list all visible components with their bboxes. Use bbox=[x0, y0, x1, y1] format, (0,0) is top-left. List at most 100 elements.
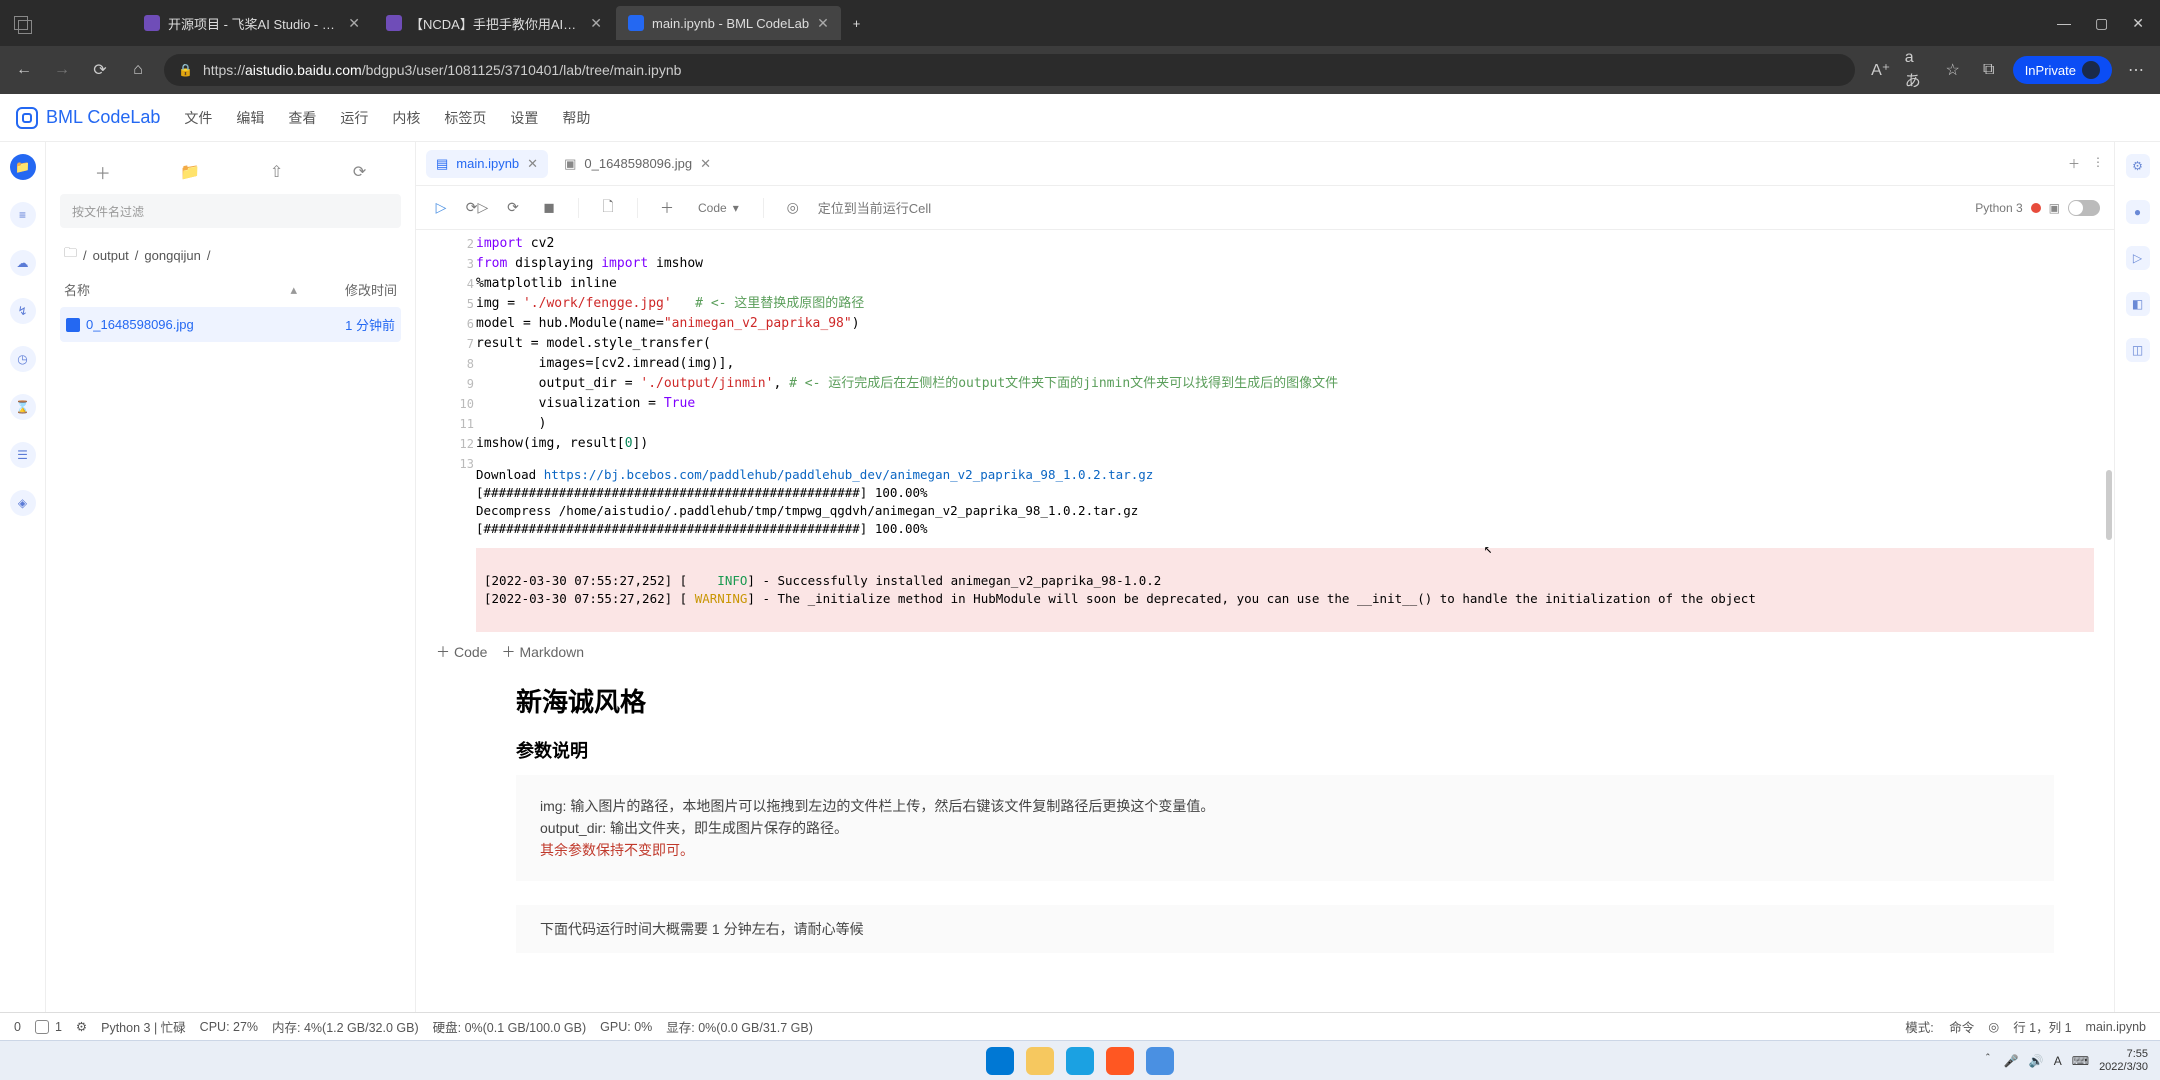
editor-tab-main[interactable]: ▤ main.ipynb ✕ bbox=[426, 150, 548, 178]
home-button[interactable]: ⌂ bbox=[126, 58, 150, 82]
upload-icon[interactable]: ⇧ bbox=[270, 162, 283, 182]
rail-icon[interactable]: ☁ bbox=[10, 250, 36, 276]
close-icon[interactable]: ✕ bbox=[590, 15, 602, 32]
col-time[interactable]: 修改时间 bbox=[297, 280, 397, 299]
crumb[interactable]: / bbox=[83, 248, 87, 263]
col-name[interactable]: 名称 bbox=[64, 280, 90, 299]
new-folder-icon[interactable]: 📁 bbox=[180, 162, 200, 182]
run-restart-button[interactable]: ⟳▷ bbox=[466, 197, 488, 219]
explorer-icon[interactable] bbox=[1026, 1047, 1054, 1075]
settings-icon[interactable]: ⚙ bbox=[2126, 154, 2150, 178]
file-row[interactable]: 0_1648598096.jpg 1 分钟前 bbox=[60, 307, 401, 342]
menu-settings[interactable]: 设置 bbox=[510, 108, 538, 128]
status-disk: 硬盘: 0%(0.1 GB/100.0 GB) bbox=[433, 1017, 587, 1036]
close-icon[interactable]: ✕ bbox=[817, 15, 829, 32]
window-menu-icon[interactable] bbox=[14, 16, 28, 30]
interrupt-button[interactable]: ◼ bbox=[538, 197, 560, 219]
app-icon[interactable] bbox=[1106, 1047, 1134, 1075]
cell-type-dropdown[interactable]: Code ▾ bbox=[692, 199, 745, 217]
toggle-switch[interactable] bbox=[2068, 200, 2100, 216]
address-bar[interactable]: 🔒 https://aistudio.baidu.com/bdgpu3/user… bbox=[164, 54, 1855, 86]
status-kernel[interactable]: Python 3 | 忙碌 bbox=[101, 1017, 186, 1036]
crumb[interactable]: gongqijun bbox=[144, 248, 200, 263]
download-link[interactable]: https://bj.bcebos.com/paddlehub/paddlehu… bbox=[544, 467, 1154, 482]
terminal-icon[interactable] bbox=[35, 1020, 49, 1034]
rail-files-icon[interactable]: 📁 bbox=[10, 154, 36, 180]
reload-button[interactable]: ⟳ bbox=[88, 58, 112, 82]
notebook-body[interactable]: 2345678910111213 import cv2from displayi… bbox=[416, 230, 2114, 1012]
kernel-name[interactable]: Python 3 bbox=[1975, 201, 2022, 215]
forward-button[interactable]: → bbox=[50, 58, 74, 82]
start-button[interactable] bbox=[986, 1047, 1014, 1075]
menu-tabs[interactable]: 标签页 bbox=[444, 108, 486, 128]
app-icon[interactable] bbox=[1146, 1047, 1174, 1075]
lock-icon: 🔒 bbox=[178, 63, 193, 77]
rail-icon[interactable]: ● bbox=[2126, 200, 2150, 224]
favorite-icon[interactable]: ☆ bbox=[1941, 58, 1965, 82]
minimize-button[interactable]: — bbox=[2057, 15, 2071, 32]
rail-icon[interactable]: ◷ bbox=[10, 346, 36, 372]
menu-run[interactable]: 运行 bbox=[340, 108, 368, 128]
inprivate-badge[interactable]: InPrivate bbox=[2013, 56, 2112, 84]
clock[interactable]: 7:55 2022/3/30 bbox=[2099, 1048, 2148, 1074]
browser-tab-0[interactable]: 开源项目 - 飞桨AI Studio - 人工… ✕ bbox=[132, 6, 372, 40]
gear-icon[interactable]: ⚙ bbox=[76, 1019, 87, 1034]
browser-tab-2[interactable]: main.ipynb - BML CodeLab ✕ bbox=[616, 6, 841, 40]
add-cell-button[interactable]: ＋ bbox=[656, 197, 678, 219]
locate-label[interactable]: 定位到当前运行Cell bbox=[818, 198, 931, 217]
more-button[interactable]: ⋯ bbox=[2124, 58, 2148, 82]
mic-icon[interactable]: 🎤 bbox=[2004, 1054, 2019, 1068]
notebook-icon: ▤ bbox=[436, 156, 448, 172]
menu-kernel[interactable]: 内核 bbox=[392, 108, 420, 128]
browser-tab-1[interactable]: 【NCDA】手把手教你用AI玩转… ✕ bbox=[374, 6, 614, 40]
scrollbar-thumb[interactable] bbox=[2106, 470, 2112, 540]
rail-icon[interactable]: ◧ bbox=[2126, 292, 2150, 316]
add-tab-button[interactable]: ＋ bbox=[2068, 155, 2080, 172]
new-tab-button[interactable]: + bbox=[843, 6, 871, 40]
rail-icon[interactable]: ⌛ bbox=[10, 394, 36, 420]
ring-icon[interactable]: ◎ bbox=[1988, 1019, 1999, 1034]
panel-icon[interactable]: ▣ bbox=[2049, 201, 2060, 215]
locate-icon[interactable]: ◎ bbox=[782, 197, 804, 219]
close-icon[interactable]: ✕ bbox=[348, 15, 360, 32]
tray-chevron-icon[interactable]: ＾ bbox=[1982, 1052, 1994, 1069]
rail-icon[interactable]: ◈ bbox=[10, 490, 36, 516]
translate-icon[interactable]: aあ bbox=[1905, 58, 1929, 82]
crumb[interactable]: output bbox=[93, 248, 129, 263]
edge-icon[interactable] bbox=[1066, 1047, 1094, 1075]
rail-icon[interactable]: ◫ bbox=[2126, 338, 2150, 362]
breadcrumb[interactable]: 🗀 / output / gongqijun / bbox=[60, 238, 401, 272]
restart-kernel-button[interactable]: ⟳ bbox=[502, 197, 524, 219]
rail-icon[interactable]: ▷ bbox=[2126, 246, 2150, 270]
back-button[interactable]: ← bbox=[12, 58, 36, 82]
rail-icon[interactable]: ≡ bbox=[10, 202, 36, 228]
rail-icon[interactable]: ☰ bbox=[10, 442, 36, 468]
maximize-button[interactable]: ▢ bbox=[2095, 15, 2108, 32]
rail-icon[interactable]: ↯ bbox=[10, 298, 36, 324]
close-window-button[interactable]: ✕ bbox=[2132, 15, 2144, 32]
code-area[interactable]: import cv2from displaying import imshow%… bbox=[416, 234, 2114, 454]
more-tabs-button[interactable]: ⋮ bbox=[2092, 155, 2104, 172]
ime-icon[interactable]: A bbox=[2054, 1054, 2062, 1068]
code-cell[interactable]: 2345678910111213 import cv2from displayi… bbox=[416, 234, 2114, 454]
menu-edit[interactable]: 编辑 bbox=[236, 108, 264, 128]
text-size-icon[interactable]: A⁺ bbox=[1869, 58, 1893, 82]
add-code-button[interactable]: ＋ Code bbox=[436, 642, 487, 662]
close-icon[interactable]: ✕ bbox=[700, 156, 711, 172]
app-logo[interactable]: BML CodeLab bbox=[16, 107, 160, 129]
keyboard-icon[interactable]: ⌨ bbox=[2072, 1054, 2089, 1068]
menu-view[interactable]: 查看 bbox=[288, 108, 316, 128]
close-icon[interactable]: ✕ bbox=[527, 156, 538, 172]
markdown-cell[interactable]: 新海诚风格 参数说明 img: 输入图片的路径，本地图片可以拖拽到左边的文件栏上… bbox=[516, 682, 2054, 953]
menu-help[interactable]: 帮助 bbox=[562, 108, 590, 128]
refresh-icon[interactable]: ⟳ bbox=[353, 162, 366, 182]
editor-tab-image[interactable]: ▣ 0_1648598096.jpg ✕ bbox=[554, 150, 721, 178]
clear-output-button[interactable]: 🗋 bbox=[597, 197, 619, 219]
volume-icon[interactable]: 🔊 bbox=[2029, 1054, 2044, 1068]
filter-input[interactable]: 按文件名过滤 bbox=[60, 194, 401, 228]
add-markdown-button[interactable]: ＋ Markdown bbox=[501, 642, 584, 662]
new-file-icon[interactable]: ＋ bbox=[95, 160, 111, 184]
menu-file[interactable]: 文件 bbox=[184, 108, 212, 128]
collections-icon[interactable]: ⧉ bbox=[1977, 58, 2001, 82]
run-button[interactable]: ▷ bbox=[430, 197, 452, 219]
